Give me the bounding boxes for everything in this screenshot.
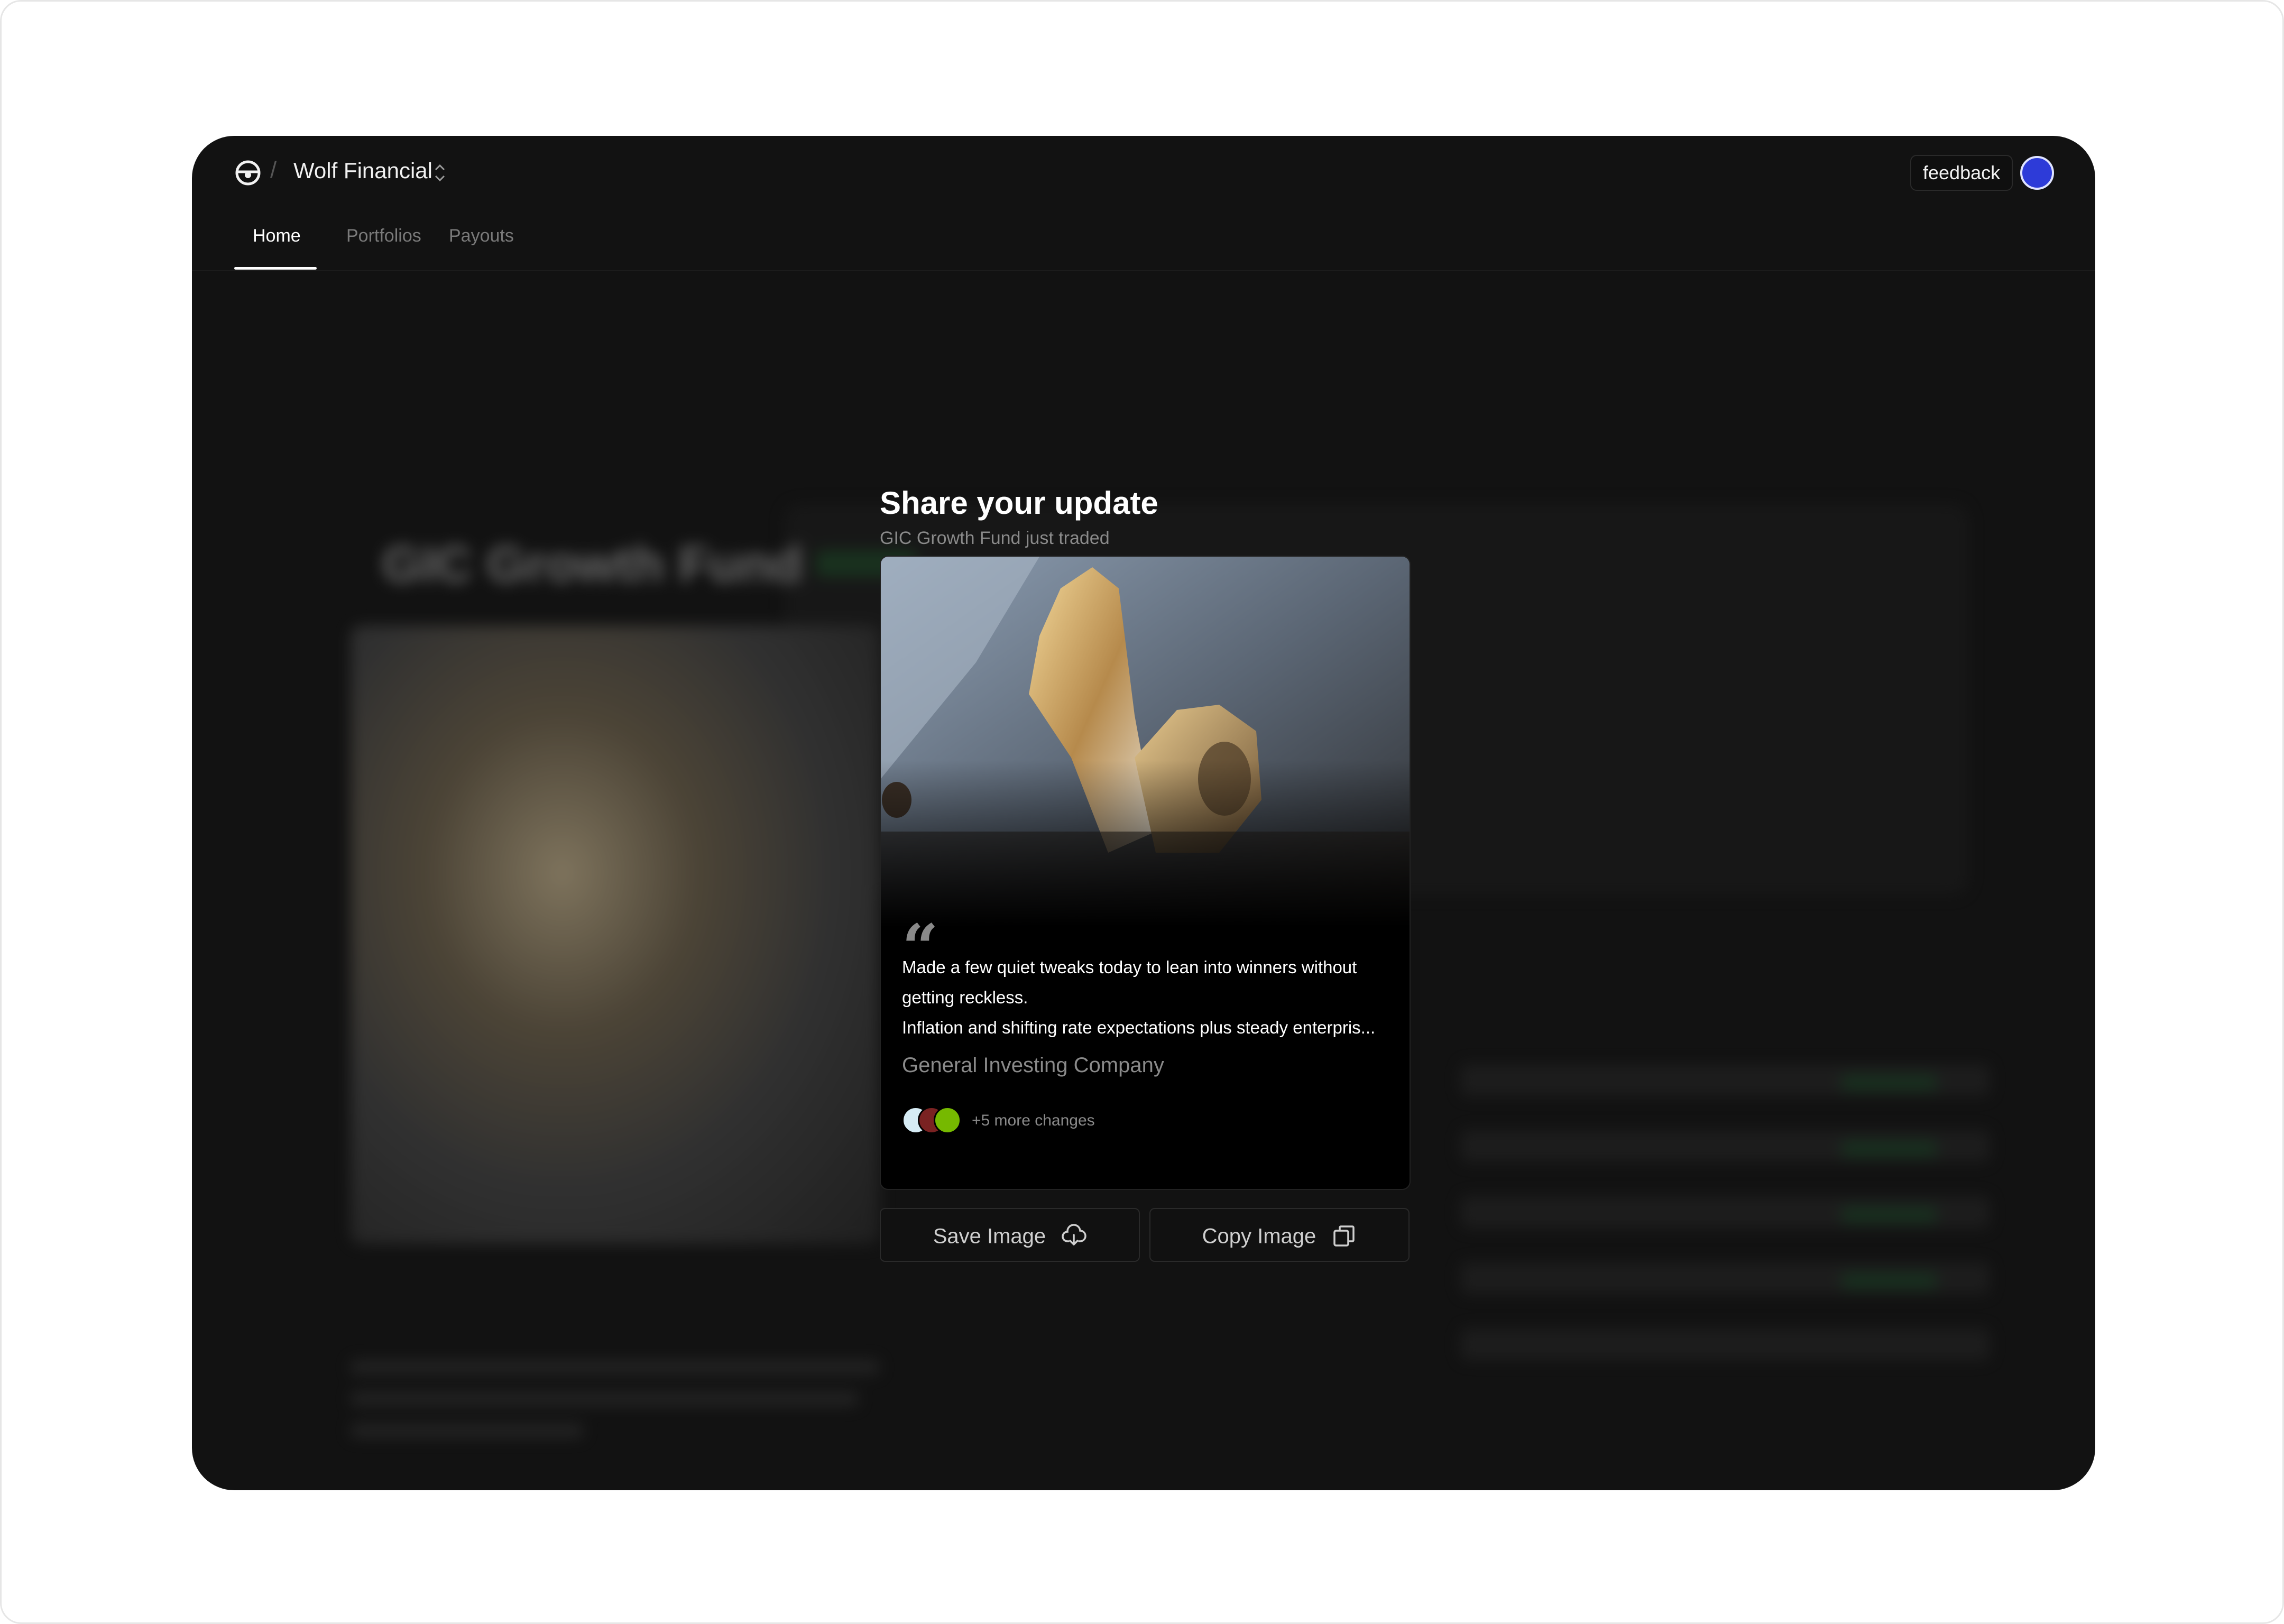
quote-line: Made a few quiet tweaks today to lean in…: [902, 957, 1357, 977]
backdrop-image: [351, 625, 879, 1244]
backdrop-row: [1461, 1328, 1990, 1360]
top-bar: / Wolf Financial feedback: [192, 136, 2095, 210]
save-image-button[interactable]: Save Image: [880, 1208, 1140, 1262]
steering-wheel-icon[interactable]: [234, 159, 262, 187]
backdrop-text-line: [351, 1424, 583, 1437]
modal-subtitle: GIC Growth Fund just traded: [880, 528, 1110, 548]
save-image-label: Save Image: [933, 1224, 1046, 1248]
backdrop-value: [1841, 1207, 1937, 1223]
copy-icon: [1333, 1225, 1355, 1247]
workspace-name[interactable]: Wolf Financial: [293, 158, 432, 183]
chevron-up-down-icon[interactable]: [433, 162, 447, 183]
crystal-photo: [881, 557, 1410, 927]
app-window: / Wolf Financial feedback Home Portfolio…: [192, 136, 2095, 1490]
backdrop-text-line: [351, 1392, 858, 1406]
feedback-button[interactable]: feedback: [1910, 155, 2013, 191]
backdrop-value: [1841, 1075, 1937, 1091]
backdrop-value: [1841, 1141, 1937, 1157]
active-tab-indicator: [234, 267, 317, 270]
screenshot-frame: / Wolf Financial feedback Home Portfolio…: [0, 0, 2284, 1624]
quote-line: Inflation and shifting rate expectations…: [902, 1018, 1376, 1037]
avatar[interactable]: [2020, 156, 2054, 190]
backdrop-value: [1841, 1273, 1937, 1289]
quote-line: getting reckless.: [902, 988, 1028, 1007]
tab-home[interactable]: Home: [253, 226, 301, 246]
backdrop-fund-title: GIC Growth Fund: [382, 536, 803, 593]
update-quote: Made a few quiet tweaks today to lean in…: [902, 952, 1394, 1042]
cloud-download-icon: [1062, 1224, 1087, 1246]
stock-logo-stack: [902, 1106, 965, 1135]
stock-logo-icon: [934, 1106, 961, 1134]
breadcrumb-separator: /: [270, 157, 277, 183]
modal-title: Share your update: [880, 485, 1158, 521]
copy-image-label: Copy Image: [1202, 1224, 1316, 1248]
more-changes-label: +5 more changes: [972, 1112, 1095, 1129]
backdrop-text-line: [351, 1360, 879, 1374]
copy-image-button[interactable]: Copy Image: [1149, 1208, 1410, 1262]
tab-portfolios[interactable]: Portfolios: [346, 226, 421, 246]
company-name: General Investing Company: [902, 1054, 1164, 1077]
share-card-preview: “ Made a few quiet tweaks today to lean …: [880, 556, 1411, 1190]
tab-payouts[interactable]: Payouts: [449, 226, 514, 246]
